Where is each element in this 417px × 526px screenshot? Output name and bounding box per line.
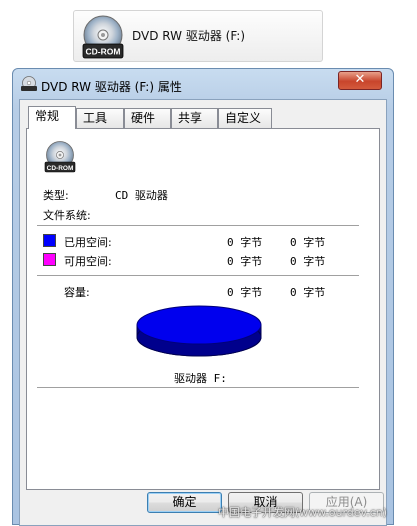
- capacity-value: 0 字节: [227, 286, 263, 299]
- properties-dialog: DVD RW 驱动器 (F:) 属性 ✕ 常规 工具 硬件 共享 自定义 CD-…: [12, 68, 394, 526]
- dialog-title: DVD RW 驱动器 (F:) 属性: [41, 80, 182, 94]
- capacity-label: 容量:: [64, 286, 90, 299]
- used-space-bytes: 0 字节: [290, 236, 326, 249]
- tab-hardware[interactable]: 硬件: [124, 108, 171, 128]
- free-space-swatch: [43, 253, 56, 266]
- divider: [37, 225, 359, 226]
- free-space-value: 0 字节: [227, 255, 263, 268]
- type-label: 类型:: [43, 189, 69, 202]
- tab-sharing[interactable]: 共享: [171, 108, 218, 128]
- file-system-label: 文件系统:: [43, 209, 91, 222]
- cd-rom-drive-icon: CD-ROM: [80, 15, 126, 65]
- icon-text: CD-ROM: [86, 47, 121, 57]
- tab-general[interactable]: 常规: [28, 106, 76, 129]
- capacity-bytes: 0 字节: [290, 286, 326, 299]
- drive-label: 驱动器 F:: [174, 372, 227, 385]
- cd-drive-small-icon: [20, 76, 38, 96]
- drive-item-dvd-rw[interactable]: CD-ROM DVD RW 驱动器 (F:): [73, 10, 323, 62]
- drive-name: DVD RW 驱动器 (F:): [132, 29, 246, 43]
- tab-label: 常规: [35, 109, 60, 123]
- tab-label: 自定义: [225, 111, 262, 125]
- disk-usage-pie: [135, 305, 263, 369]
- tab-label: 共享: [178, 111, 203, 125]
- free-space-bytes: 0 字节: [290, 255, 326, 268]
- free-space-label: 可用空间:: [64, 255, 112, 268]
- divider: [37, 387, 359, 388]
- watermark: 中国电子开发网(www.ourdev.cn): [218, 506, 388, 519]
- tab-label: 工具: [83, 111, 108, 125]
- general-tab-panel: CD-ROM 类型: CD 驱动器 文件系统: 已用空间: 0 字节 0 字节 …: [26, 128, 380, 490]
- used-space-value: 0 字节: [227, 236, 263, 249]
- used-space-swatch: [43, 234, 56, 247]
- title-bar[interactable]: DVD RW 驱动器 (F:) 属性 ✕: [13, 69, 393, 99]
- cd-rom-drive-icon: CD-ROM: [43, 141, 77, 179]
- divider: [37, 275, 359, 276]
- tab-label: 硬件: [131, 111, 156, 125]
- dialog-body: 常规 工具 硬件 共享 自定义 CD-ROM 类型: CD 驱动器 文件系统: …: [19, 99, 387, 526]
- ok-button[interactable]: 确定: [147, 492, 222, 513]
- used-space-label: 已用空间:: [64, 236, 112, 249]
- icon-text: CD-ROM: [47, 165, 74, 172]
- type-value: CD 驱动器: [115, 189, 168, 202]
- close-icon: ✕: [354, 72, 366, 87]
- tab-tools[interactable]: 工具: [76, 108, 124, 128]
- tab-customize[interactable]: 自定义: [218, 108, 272, 128]
- close-button[interactable]: ✕: [338, 71, 382, 90]
